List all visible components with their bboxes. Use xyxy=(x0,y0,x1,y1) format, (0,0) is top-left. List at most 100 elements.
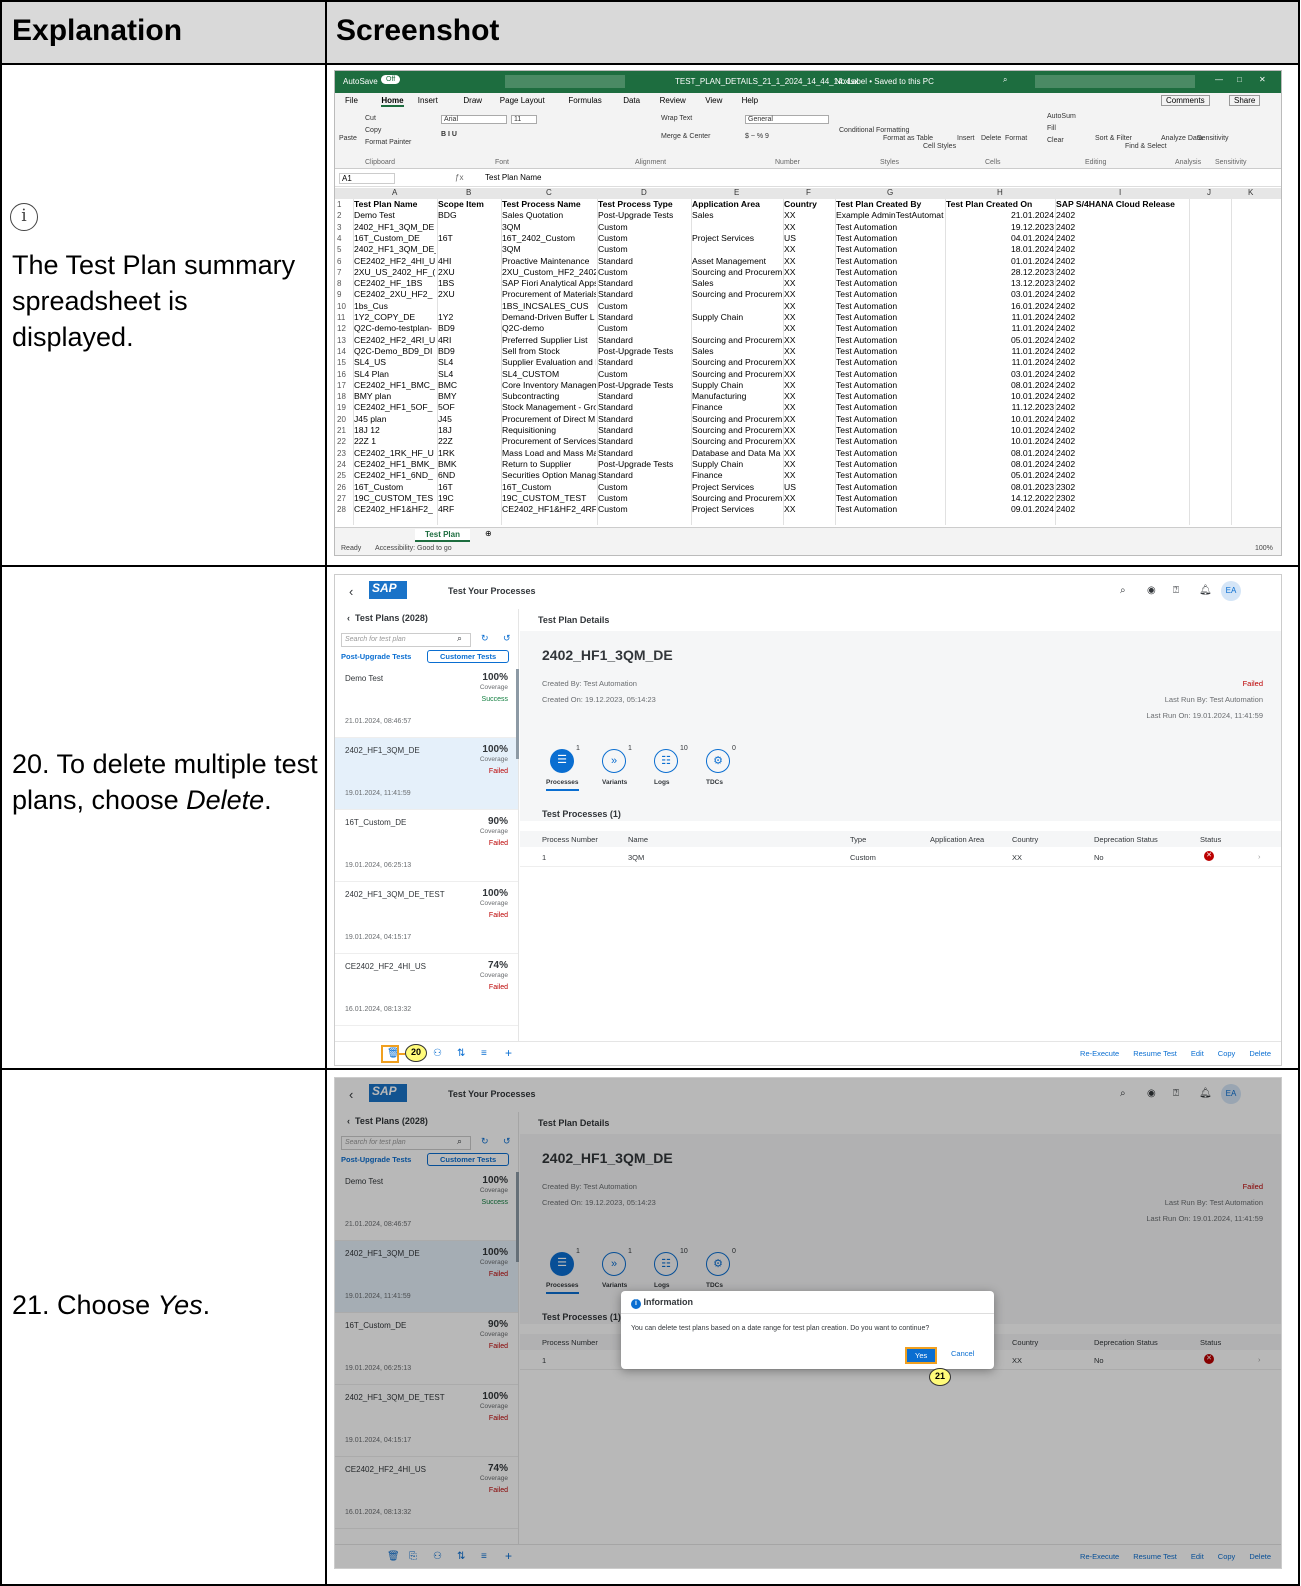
cell[interactable]: Application Area xyxy=(692,199,782,210)
cell[interactable]: Mass Load and Mass Ma xyxy=(502,448,596,459)
cell[interactable]: Sourcing and Procurem xyxy=(692,369,782,380)
conditional-formatting-button[interactable]: Conditional Formatting xyxy=(839,127,909,134)
cell[interactable]: 16T xyxy=(438,482,500,493)
cell[interactable]: 2XU_Custom_HF2_2402 xyxy=(502,267,596,278)
assign-icon[interactable]: ⚇ xyxy=(433,1048,442,1059)
cell[interactable]: 2302 xyxy=(1056,482,1188,493)
cell[interactable]: XX xyxy=(784,391,834,402)
cell[interactable]: 2402 xyxy=(1056,391,1188,402)
cell[interactable]: 2402 xyxy=(1056,278,1188,289)
format-button[interactable]: Format xyxy=(1005,135,1027,142)
column-header[interactable]: B xyxy=(466,188,471,197)
cell[interactable]: 1BS xyxy=(438,278,500,289)
cell[interactable]: 08.01.2024 xyxy=(946,380,1054,391)
menu-file[interactable]: File xyxy=(345,96,358,105)
cell[interactable]: Finance xyxy=(692,402,782,413)
cell[interactable]: XX xyxy=(784,210,834,221)
cell[interactable]: SL4 xyxy=(438,357,500,368)
cell[interactable]: Test Automation xyxy=(836,448,944,459)
menu-data[interactable]: Data xyxy=(623,96,640,105)
cell[interactable]: CE2402_HF1_BMK_ xyxy=(354,459,436,470)
tab-icon-variants[interactable]: » xyxy=(602,749,626,773)
list-item[interactable]: CE2402_HF2_4HI_US 74% Coverage Failed 16.01.… xyxy=(335,954,518,1026)
notification-icon[interactable]: 🔔︎ xyxy=(1199,585,1212,596)
share-button[interactable]: Share xyxy=(1229,95,1261,106)
cell[interactable]: 28.12.2023 xyxy=(946,267,1054,278)
cell[interactable]: 11.01.2024 xyxy=(946,357,1054,368)
cell[interactable]: Sales xyxy=(692,278,782,289)
formula-input[interactable]: Test Plan Name xyxy=(485,173,541,182)
cell[interactable]: 1BS_INCSALES_CUS xyxy=(502,301,596,312)
cell[interactable]: Supply Chain xyxy=(692,312,782,323)
cell[interactable]: Sourcing and Procurem xyxy=(692,425,782,436)
cell[interactable]: Test Plan Name xyxy=(354,199,436,210)
cell[interactable]: Custom xyxy=(598,267,690,278)
cell[interactable]: Return to Supplier xyxy=(502,459,596,470)
cell[interactable]: Custom xyxy=(598,369,690,380)
cell[interactable]: 22Z 1 xyxy=(354,436,436,447)
cell[interactable]: SAP Fiori Analytical Apps xyxy=(502,278,596,289)
menu-help[interactable]: Help xyxy=(742,96,758,105)
cell[interactable]: 2402 xyxy=(1056,402,1188,413)
cell[interactable]: Sourcing and Procurem xyxy=(692,493,782,504)
search-icon[interactable]: ⌕ xyxy=(1120,585,1126,596)
sheet-tab-test-plan[interactable]: Test Plan xyxy=(415,529,470,542)
cell[interactable]: J45 xyxy=(438,414,500,425)
cell[interactable]: XX xyxy=(784,244,834,255)
cell[interactable]: Preferred Supplier List xyxy=(502,335,596,346)
cell[interactable]: Test Automation xyxy=(836,278,944,289)
cell[interactable]: 10.01.2024 xyxy=(946,436,1054,447)
tab-variants[interactable]: Variants xyxy=(602,779,627,786)
cell[interactable]: Standard xyxy=(598,448,690,459)
cell[interactable]: Test Automation xyxy=(836,436,944,447)
cell[interactable]: 2XU xyxy=(438,289,500,300)
cell[interactable]: Test Automation xyxy=(836,391,944,402)
cell[interactable]: Standard xyxy=(598,436,690,447)
cell[interactable]: Project Services xyxy=(692,233,782,244)
cell[interactable]: XX xyxy=(784,312,834,323)
wrap-text-button[interactable]: Wrap Text xyxy=(661,115,692,122)
navigation-arrow-icon[interactable]: › xyxy=(1258,852,1261,861)
cell[interactable]: 2402 xyxy=(1056,470,1188,481)
column-header[interactable]: E xyxy=(734,188,739,197)
cell[interactable]: 2402 xyxy=(1056,267,1188,278)
cell[interactable]: Custom xyxy=(598,233,690,244)
cell[interactable]: 2402 xyxy=(1056,233,1188,244)
cell[interactable]: XX xyxy=(784,222,834,233)
cell[interactable]: J45 plan xyxy=(354,414,436,425)
cell[interactable]: Standard xyxy=(598,335,690,346)
cell[interactable]: Sales Quotation xyxy=(502,210,596,221)
cell[interactable]: BD9 xyxy=(438,346,500,357)
cell[interactable]: Standard xyxy=(598,278,690,289)
menu-insert[interactable]: Insert xyxy=(418,96,438,105)
delete-button[interactable]: Delete xyxy=(1249,1049,1271,1058)
edit-button[interactable]: Edit xyxy=(1191,1049,1204,1058)
cell[interactable]: XX xyxy=(784,414,834,425)
cell[interactable]: Custom xyxy=(598,222,690,233)
column-header[interactable]: G xyxy=(887,188,893,197)
cell[interactable]: SL4_US xyxy=(354,357,436,368)
comments-button[interactable]: Comments xyxy=(1161,95,1210,106)
maximize-icon[interactable]: □ xyxy=(1237,75,1242,84)
cell[interactable]: 1Y2_COPY_DE xyxy=(354,312,436,323)
column-header[interactable]: D xyxy=(641,188,647,197)
cell[interactable]: 2402 xyxy=(1056,380,1188,391)
cell[interactable]: Post-Upgrade Tests xyxy=(598,380,690,391)
cell[interactable]: Test Automation xyxy=(836,414,944,425)
cell[interactable]: Scope Item xyxy=(438,199,500,210)
format-table-button[interactable]: Format as Table xyxy=(883,135,933,142)
cell[interactable]: Standard xyxy=(598,414,690,425)
fill-button[interactable]: Fill xyxy=(1047,125,1056,132)
cell[interactable]: XX xyxy=(784,369,834,380)
cell[interactable]: XX xyxy=(784,459,834,470)
cell[interactable]: 09.01.2024 xyxy=(946,504,1054,515)
cell[interactable]: XX xyxy=(784,346,834,357)
column-header[interactable]: J xyxy=(1207,188,1211,197)
tab-customer-tests[interactable]: Customer Tests xyxy=(427,650,510,663)
cell[interactable]: Test Plan Created On xyxy=(946,199,1054,210)
cell[interactable]: BDG xyxy=(438,210,500,221)
list-item[interactable]: 2402_HF1_3QM_DE_TEST 100% Coverage Failed 19… xyxy=(335,882,518,954)
cell[interactable]: Core Inventory Managem xyxy=(502,380,596,391)
bold-button[interactable]: B I U xyxy=(441,131,457,138)
font-size-select[interactable]: 11 xyxy=(511,115,537,124)
